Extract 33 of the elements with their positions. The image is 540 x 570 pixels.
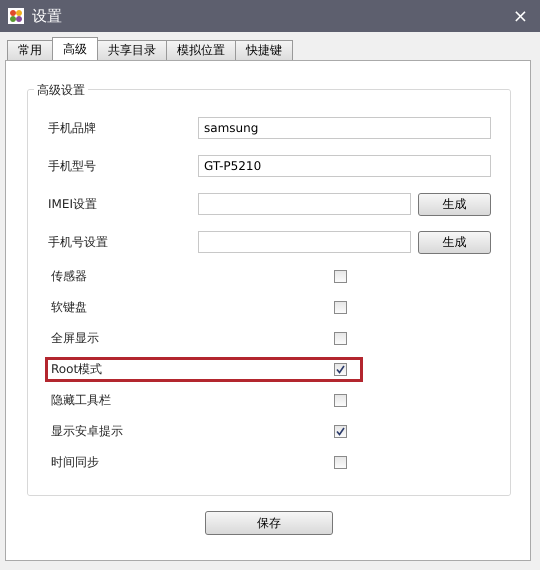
field-label: 手机型号 [48, 158, 97, 174]
checkbox[interactable] [334, 456, 347, 469]
tab[interactable]: 高级 [52, 37, 98, 60]
checkbox-label: 隐藏工具栏 [51, 392, 112, 409]
checkbox[interactable] [334, 301, 347, 314]
checkbox[interactable] [334, 270, 347, 283]
input-field[interactable]: samsung [198, 117, 491, 139]
tab[interactable]: 共享目录 [97, 40, 167, 60]
checkbox-label: 传感器 [51, 268, 88, 285]
generate-button[interactable]: 生成 [418, 230, 491, 254]
field-label: 手机品牌 [48, 120, 97, 136]
field-label: IMEI设置 [48, 196, 98, 212]
app-logo-icon [8, 8, 24, 24]
input-field[interactable] [198, 193, 411, 215]
checkbox[interactable] [334, 332, 347, 345]
window-title: 设置 [32, 6, 62, 26]
close-button[interactable]: × [508, 6, 532, 26]
checkbox[interactable] [334, 394, 347, 407]
checkbox-label: 软键盘 [51, 299, 88, 316]
tab[interactable]: 模拟位置 [166, 40, 236, 60]
tab[interactable]: 快捷键 [235, 40, 293, 60]
generate-button[interactable]: 生成 [418, 192, 491, 216]
checkbox-label: 时间同步 [51, 454, 100, 471]
checkbox-label: 显示安卓提示 [51, 423, 124, 440]
input-field[interactable]: GT-P5210 [198, 155, 491, 177]
checkbox[interactable] [334, 363, 347, 376]
input-field[interactable] [198, 231, 411, 253]
checkbox[interactable] [334, 425, 347, 438]
checkbox-label: Root模式 [51, 361, 104, 378]
checkbox-label: 全屏显示 [51, 330, 100, 347]
tab[interactable]: 常用 [7, 40, 53, 60]
save-button[interactable]: 保存 [205, 511, 333, 535]
field-label: 手机号设置 [48, 234, 109, 250]
